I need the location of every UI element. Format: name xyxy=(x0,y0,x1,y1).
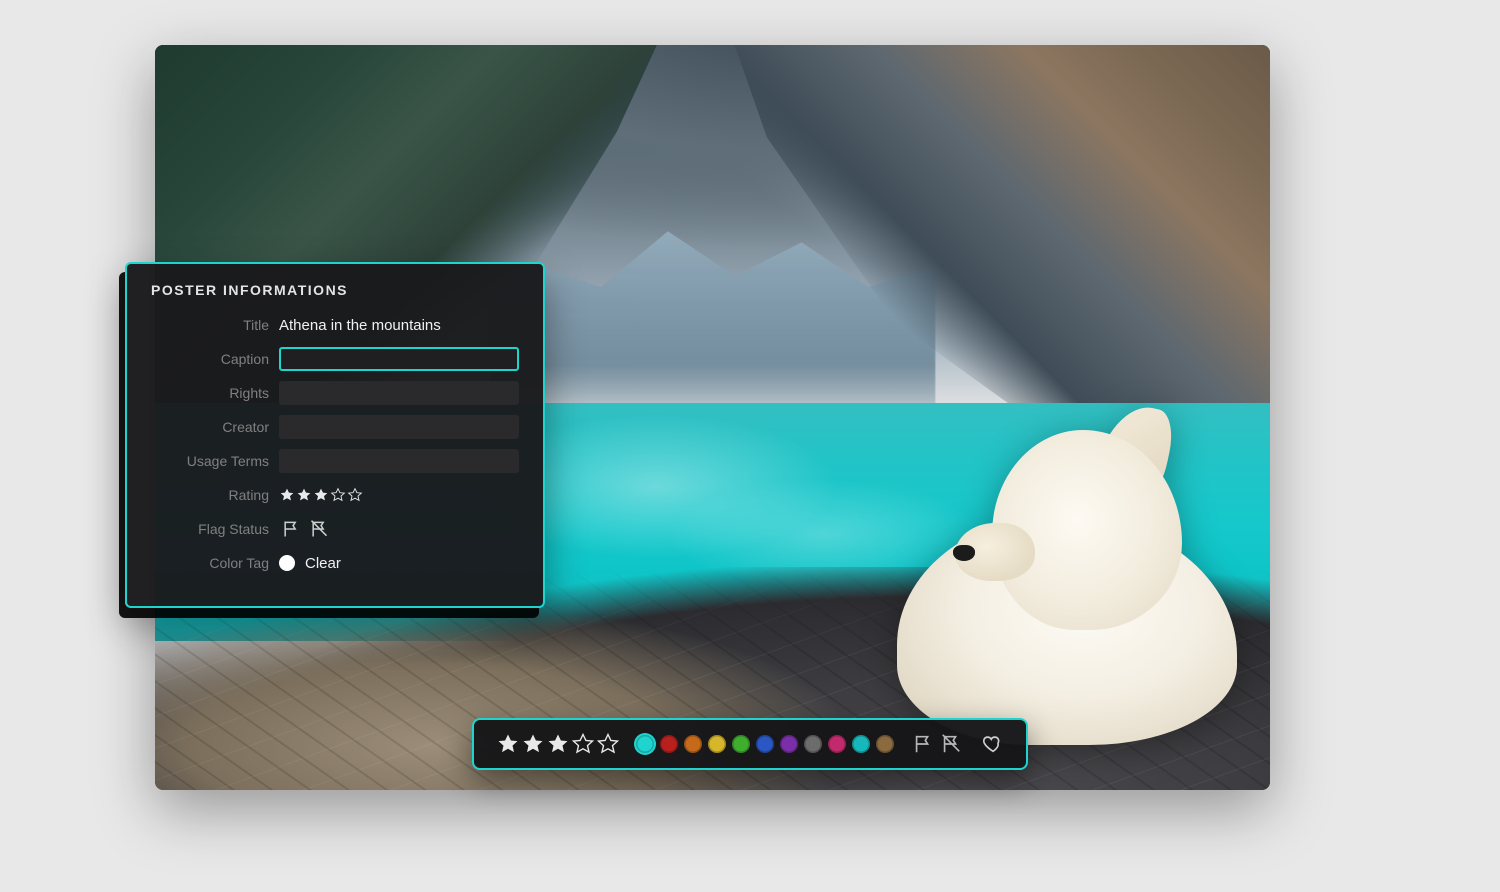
field-title: Title Athena in the mountains xyxy=(151,312,519,338)
poster-info-panel: POSTER INFORMATIONS Title Athena in the … xyxy=(125,262,545,608)
label-creator: Creator xyxy=(151,419,269,435)
color-dot-magenta[interactable] xyxy=(828,735,846,753)
color-dot-cyan[interactable] xyxy=(852,735,870,753)
toolbar-flag-icon[interactable] xyxy=(912,733,934,755)
star-4[interactable] xyxy=(571,732,595,756)
star-5[interactable] xyxy=(596,732,620,756)
color-tag-value[interactable]: Clear xyxy=(305,555,341,572)
star-1[interactable] xyxy=(496,732,520,756)
panel-heading: POSTER INFORMATIONS xyxy=(151,282,519,298)
star-2[interactable] xyxy=(296,487,312,503)
star-2[interactable] xyxy=(521,732,545,756)
color-dot-purple[interactable] xyxy=(780,735,798,753)
caption-input[interactable] xyxy=(279,347,519,371)
toolbar-rating-stars[interactable] xyxy=(496,732,620,756)
label-flag-status: Flag Status xyxy=(151,521,269,537)
usage-terms-input[interactable] xyxy=(279,449,519,473)
creator-input[interactable] xyxy=(279,415,519,439)
rights-input[interactable] xyxy=(279,381,519,405)
label-title: Title xyxy=(151,317,269,333)
toolbar-unflag-icon[interactable] xyxy=(940,733,962,755)
field-creator: Creator xyxy=(151,414,519,440)
favorite-heart-icon[interactable] xyxy=(982,733,1004,755)
rating-stars[interactable] xyxy=(279,487,363,503)
color-dot-brown[interactable] xyxy=(876,735,894,753)
star-1[interactable] xyxy=(279,487,295,503)
color-dot-yellow[interactable] xyxy=(708,735,726,753)
field-rights: Rights xyxy=(151,380,519,406)
photo-dog xyxy=(897,405,1237,745)
color-dot-teal[interactable] xyxy=(636,735,654,753)
star-3[interactable] xyxy=(546,732,570,756)
label-caption: Caption xyxy=(151,351,269,367)
label-color-tag: Color Tag xyxy=(151,555,269,571)
toolbar-color-dots[interactable] xyxy=(636,735,894,753)
color-dot-gray[interactable] xyxy=(804,735,822,753)
color-dot-green[interactable] xyxy=(732,735,750,753)
flag-icon[interactable] xyxy=(281,519,301,539)
value-title[interactable]: Athena in the mountains xyxy=(279,317,519,334)
field-color-tag: Color Tag Clear xyxy=(151,550,519,576)
color-tag-swatch[interactable] xyxy=(279,555,295,571)
color-dot-orange[interactable] xyxy=(684,735,702,753)
color-dot-blue[interactable] xyxy=(756,735,774,753)
field-caption: Caption xyxy=(151,346,519,372)
star-5[interactable] xyxy=(347,487,363,503)
field-rating: Rating xyxy=(151,482,519,508)
label-rights: Rights xyxy=(151,385,269,401)
unflag-icon[interactable] xyxy=(309,519,329,539)
color-dot-red[interactable] xyxy=(660,735,678,753)
label-rating: Rating xyxy=(151,487,269,503)
quick-toolbar xyxy=(472,718,1028,770)
field-flag-status: Flag Status xyxy=(151,516,519,542)
star-3[interactable] xyxy=(313,487,329,503)
field-usage-terms: Usage Terms xyxy=(151,448,519,474)
label-usage-terms: Usage Terms xyxy=(151,453,269,469)
star-4[interactable] xyxy=(330,487,346,503)
